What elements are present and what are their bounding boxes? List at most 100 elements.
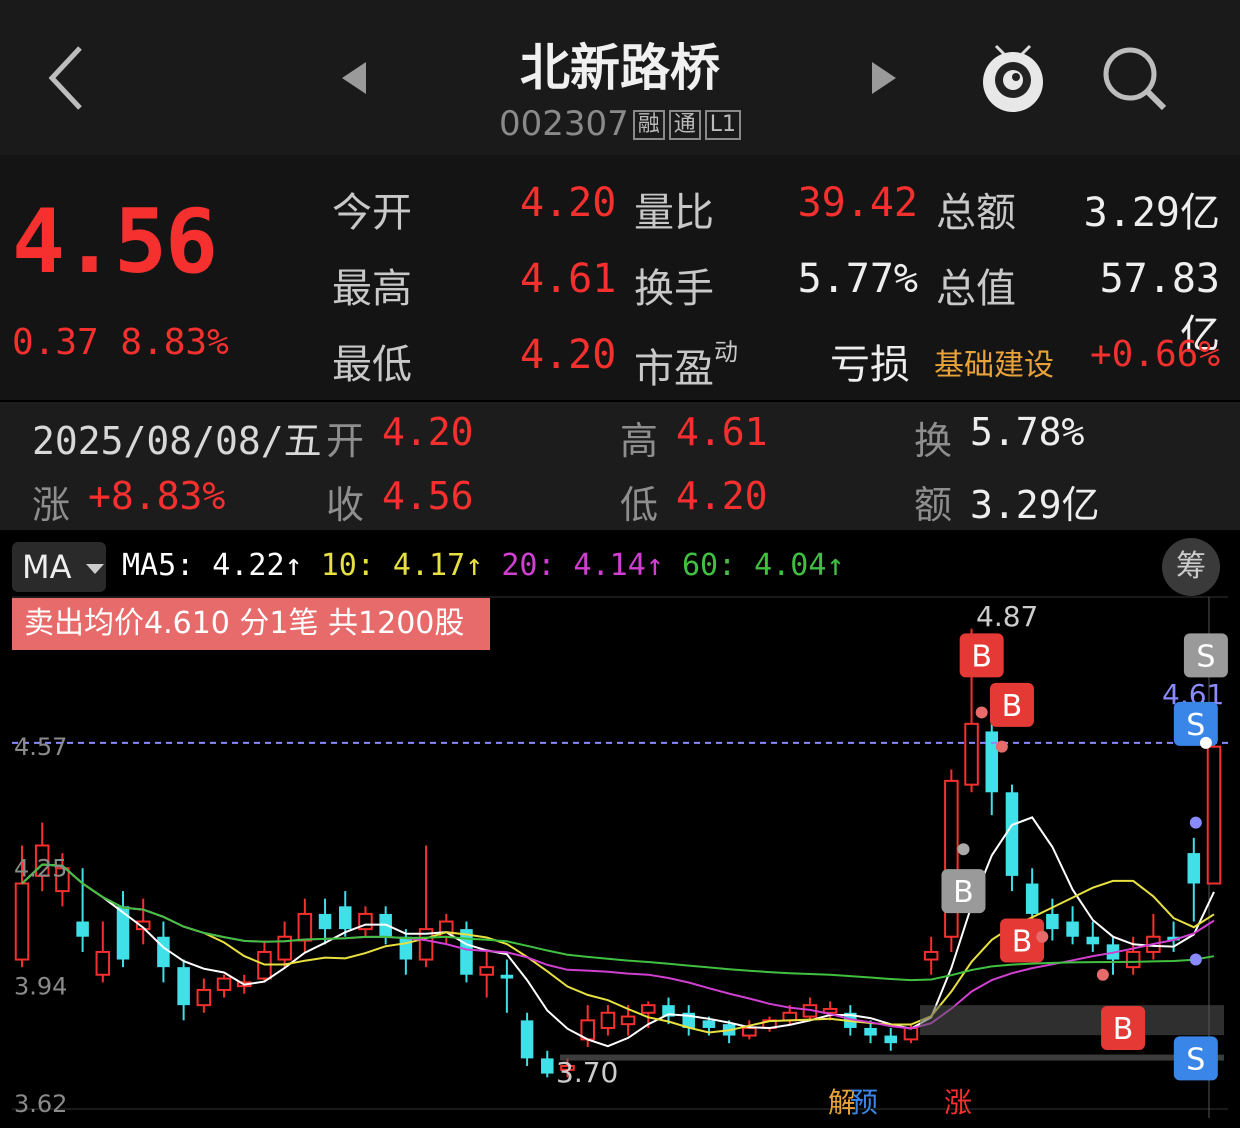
low-label: 最低: [332, 342, 412, 388]
low-value: 4.20: [520, 332, 617, 378]
day-close-label: 收: [326, 483, 365, 527]
turnover-label: 换手: [634, 266, 714, 312]
chip-distribution-button[interactable]: 筹: [1162, 538, 1220, 596]
day-low-label: 低: [620, 483, 659, 527]
prev-stock-icon[interactable]: [342, 62, 366, 94]
candle-body: [318, 913, 332, 930]
trade-dot: [1036, 930, 1049, 943]
candle-body: [541, 1058, 554, 1074]
y-tick-label-2: 3.94: [14, 972, 67, 1000]
event-label-forecast: 预: [850, 1086, 878, 1119]
candle-body: [520, 1020, 534, 1059]
candle-body: [702, 1020, 716, 1028]
candle-body: [1025, 883, 1039, 914]
candle-body: [1125, 950, 1141, 969]
trade-marker-label: B: [953, 875, 974, 910]
change-value: 0.37: [12, 322, 99, 363]
trade-dot: [995, 740, 1008, 753]
trade-marker-label: B: [1002, 689, 1023, 724]
stock-code-row: 002307 融通 L1: [420, 104, 820, 144]
trade-dot: [1199, 736, 1212, 749]
trade-dot: [1189, 816, 1202, 829]
next-stock-icon[interactable]: [872, 62, 896, 94]
candle-body: [216, 977, 232, 991]
search-icon[interactable]: [1100, 44, 1170, 114]
day-turnover-value: 5.78%: [970, 410, 1085, 454]
day-amount-label: 额: [914, 483, 953, 527]
stock-code: 002307: [498, 104, 629, 144]
day-change-value: +8.83%: [88, 474, 226, 518]
market-cap-label: 总值: [936, 266, 1016, 312]
back-icon[interactable]: [42, 40, 94, 116]
candle-body: [1005, 792, 1019, 876]
candle-body: [1066, 921, 1079, 937]
kline-chart[interactable]: 4.574.253.943.624.873.704.61BBBBBSSS解预涨: [0, 596, 1240, 1128]
chip-band: [920, 1005, 1224, 1036]
mascot-icon[interactable]: [978, 38, 1048, 118]
trade-marker-label: S: [1196, 639, 1215, 674]
candle-body: [14, 882, 30, 961]
high-value: 4.61: [520, 256, 617, 302]
indicator-selector[interactable]: MA: [12, 542, 106, 592]
candle-body: [196, 988, 212, 1007]
y-tick-label-3: 3.62: [14, 1090, 67, 1118]
ma-values-row: MA5: 4.22↑ 10: 4.17↑ 20: 4.14↑ 60: 4.04↑: [122, 548, 845, 583]
pe-label: 市盈动: [634, 332, 738, 394]
y-tick-label-1: 4.25: [14, 855, 67, 883]
ma60-value: 60: 4.04↑: [681, 548, 845, 583]
amount-value: 3.29亿: [1083, 190, 1220, 236]
day-open-value: 4.20: [382, 410, 474, 454]
change-percent: 8.83%: [120, 322, 229, 363]
day-change-label: 涨: [32, 483, 71, 527]
low-annotation: 3.70: [556, 1056, 618, 1089]
app-header: 北新路桥 002307 融通 L1: [0, 0, 1240, 155]
ma10-value: 10: 4.17↑: [320, 548, 484, 583]
candle-body: [620, 1015, 636, 1026]
candle-body: [76, 921, 89, 937]
turnover-value: 5.77%: [797, 256, 918, 302]
trade-marker-label: S: [1186, 708, 1205, 743]
candle-body: [95, 950, 111, 976]
y-tick-label-0: 4.57: [14, 733, 67, 761]
current-price: 4.56: [12, 190, 218, 293]
candle-body: [600, 1011, 616, 1029]
candle-body: [964, 722, 979, 786]
candle-body: [742, 1026, 757, 1037]
day-turnover-label: 换: [914, 419, 953, 463]
event-label-limit-up: 涨: [944, 1086, 972, 1119]
day-high-label: 高: [620, 419, 659, 463]
price-change: 0.37 8.83%: [12, 322, 229, 363]
amount-label: 总额: [936, 190, 1016, 236]
candle-body: [641, 1004, 656, 1014]
candle-body: [479, 966, 494, 976]
chevron-down-icon: [85, 564, 104, 574]
candle-body: [884, 1035, 898, 1044]
level-tag: L1: [704, 110, 742, 140]
trade-dot: [957, 843, 970, 856]
pe-dynamic-mark: 动: [714, 338, 738, 366]
date-value: 2025/08/08/五: [32, 419, 322, 463]
indicator-selector-label: MA: [22, 548, 72, 586]
candle-body: [177, 967, 190, 1006]
candle-body: [500, 974, 514, 979]
day-low-value: 4.20: [676, 474, 768, 518]
candle-body: [157, 936, 170, 968]
volume-ratio-label: 量比: [634, 190, 714, 236]
candle-body: [297, 912, 313, 942]
volume-ratio-value: 39.42: [797, 180, 918, 226]
open-label: 今开: [332, 190, 412, 236]
candle-body: [1206, 745, 1222, 885]
candle-body: [864, 1027, 877, 1036]
trade-dot: [1096, 968, 1109, 981]
pe-label-text: 市盈: [634, 346, 714, 392]
connect-tag: 通: [668, 110, 701, 140]
ma5-value: MA5: 4.22↑: [122, 548, 303, 583]
day-open-label: 开: [326, 419, 365, 463]
candle-body: [1187, 853, 1201, 884]
trade-marker-label: B: [1113, 1012, 1134, 1047]
day-close-value: 4.56: [382, 474, 474, 518]
candle-body: [1086, 936, 1100, 945]
high-label: 最高: [332, 266, 412, 312]
trade-dot: [1189, 953, 1202, 966]
sector-link[interactable]: 基础建设: [934, 340, 1054, 384]
